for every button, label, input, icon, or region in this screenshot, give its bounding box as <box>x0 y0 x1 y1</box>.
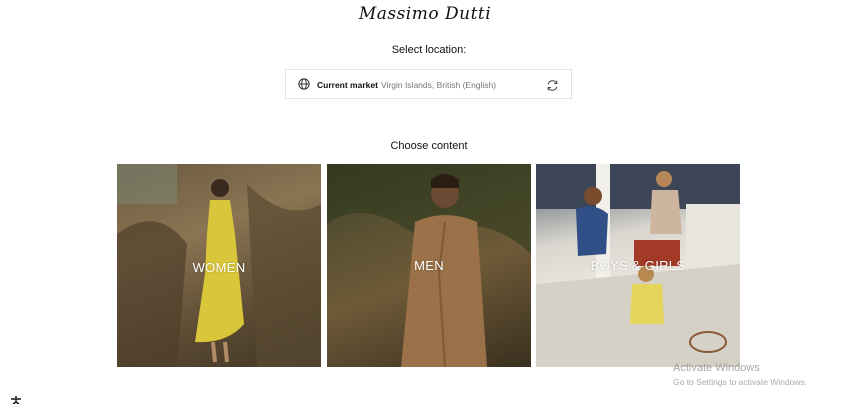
refresh-icon[interactable] <box>546 79 559 92</box>
brand-logo[interactable]: Massimo Dutti <box>0 4 850 24</box>
tile-men[interactable]: MEN <box>327 164 531 367</box>
tile-women-label: WOMEN <box>192 260 246 275</box>
page: Massimo Dutti Select location: Current m… <box>0 0 850 405</box>
accessibility-icon[interactable] <box>10 396 22 404</box>
select-location-title: Select location: <box>391 44 467 56</box>
globe-icon <box>298 78 310 90</box>
tile-women[interactable]: WOMEN <box>117 164 321 367</box>
choose-content-title: Choose content <box>390 140 468 152</box>
tile-boys-girls[interactable]: BOYS & GIRLS <box>536 164 740 367</box>
current-market-label: Current market <box>317 80 378 90</box>
current-market-value: Virgin Islands, British (English) <box>381 80 497 90</box>
tile-men-label: MEN <box>414 258 444 273</box>
current-market-selector[interactable]: Current market Virgin Islands, British (… <box>285 69 572 99</box>
activate-windows-subtitle: Go to Settings to activate Windows. <box>673 377 808 387</box>
activate-windows-title: Activate Windows <box>673 362 760 374</box>
tile-boys-girls-label: BOYS & GIRLS <box>590 258 686 273</box>
